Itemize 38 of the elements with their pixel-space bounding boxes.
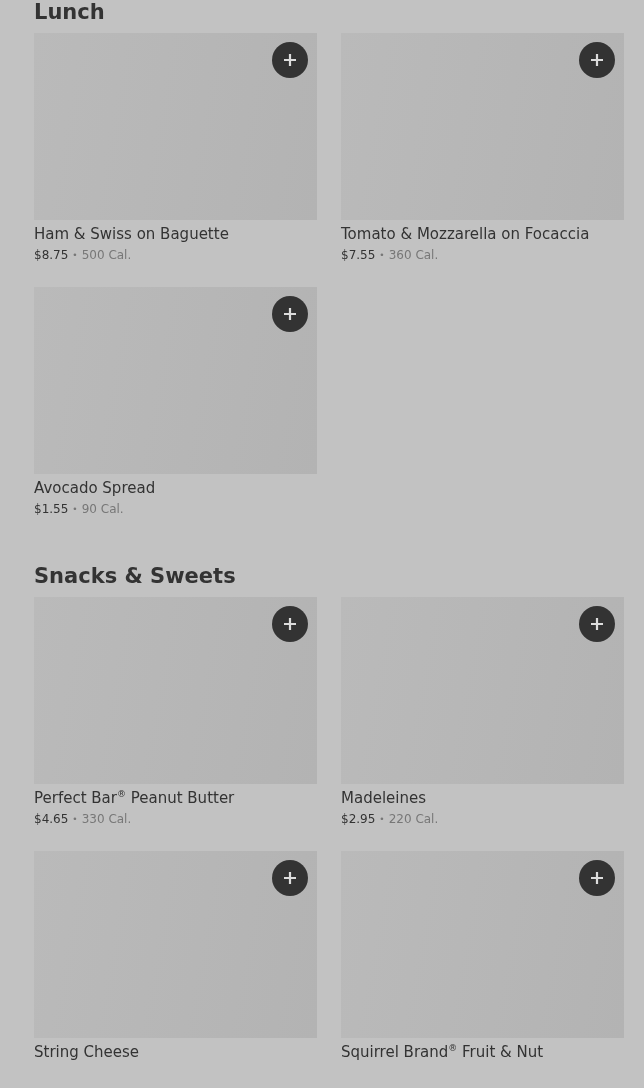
item-calories: 90 Cal. bbox=[81, 502, 124, 516]
item-calories: 500 Cal. bbox=[81, 248, 132, 262]
add-button[interactable] bbox=[272, 606, 308, 642]
add-button[interactable] bbox=[272, 42, 308, 78]
item-calories: 220 Cal. bbox=[388, 812, 439, 826]
item-name: Tomato & Mozzarella on Focaccia bbox=[341, 225, 591, 243]
separator-dot: • bbox=[379, 813, 385, 826]
add-button[interactable] bbox=[272, 860, 308, 896]
item-price: $1.55 bbox=[34, 502, 69, 516]
plus-icon bbox=[590, 871, 604, 885]
item-price: $8.75 bbox=[34, 248, 69, 262]
item-name: Ham & Swiss on Baguette bbox=[34, 225, 230, 243]
section-heading: Lunch bbox=[34, 0, 106, 24]
item-name: Madeleines bbox=[341, 789, 427, 807]
item-calories: 330 Cal. bbox=[81, 812, 132, 826]
add-button[interactable] bbox=[272, 296, 308, 332]
item-name: Avocado Spread bbox=[34, 479, 157, 497]
section-heading: Snacks & Sweets bbox=[34, 564, 237, 588]
plus-icon bbox=[283, 307, 297, 321]
item-price: $7.55 bbox=[341, 248, 376, 262]
plus-icon bbox=[590, 617, 604, 631]
plus-icon bbox=[590, 53, 604, 67]
item-name: Perfect Bar$^{®}$ Peanut Butter bbox=[34, 789, 236, 807]
add-button[interactable] bbox=[579, 606, 615, 642]
item-price: $4.65 bbox=[34, 812, 69, 826]
plus-icon bbox=[283, 617, 297, 631]
separator-dot: • bbox=[72, 249, 78, 262]
separator-dot: • bbox=[72, 813, 78, 826]
item-price: $2.95 bbox=[341, 812, 376, 826]
item-calories: 360 Cal. bbox=[388, 248, 439, 262]
add-button[interactable] bbox=[579, 42, 615, 78]
item-name: Squirrel Brand$^{®}$ Fruit & Nut bbox=[341, 1043, 545, 1061]
separator-dot: • bbox=[379, 249, 385, 262]
item-name: String Cheese bbox=[34, 1043, 140, 1061]
add-button[interactable] bbox=[579, 860, 615, 896]
plus-icon bbox=[283, 53, 297, 67]
plus-icon bbox=[283, 871, 297, 885]
separator-dot: • bbox=[72, 503, 78, 516]
